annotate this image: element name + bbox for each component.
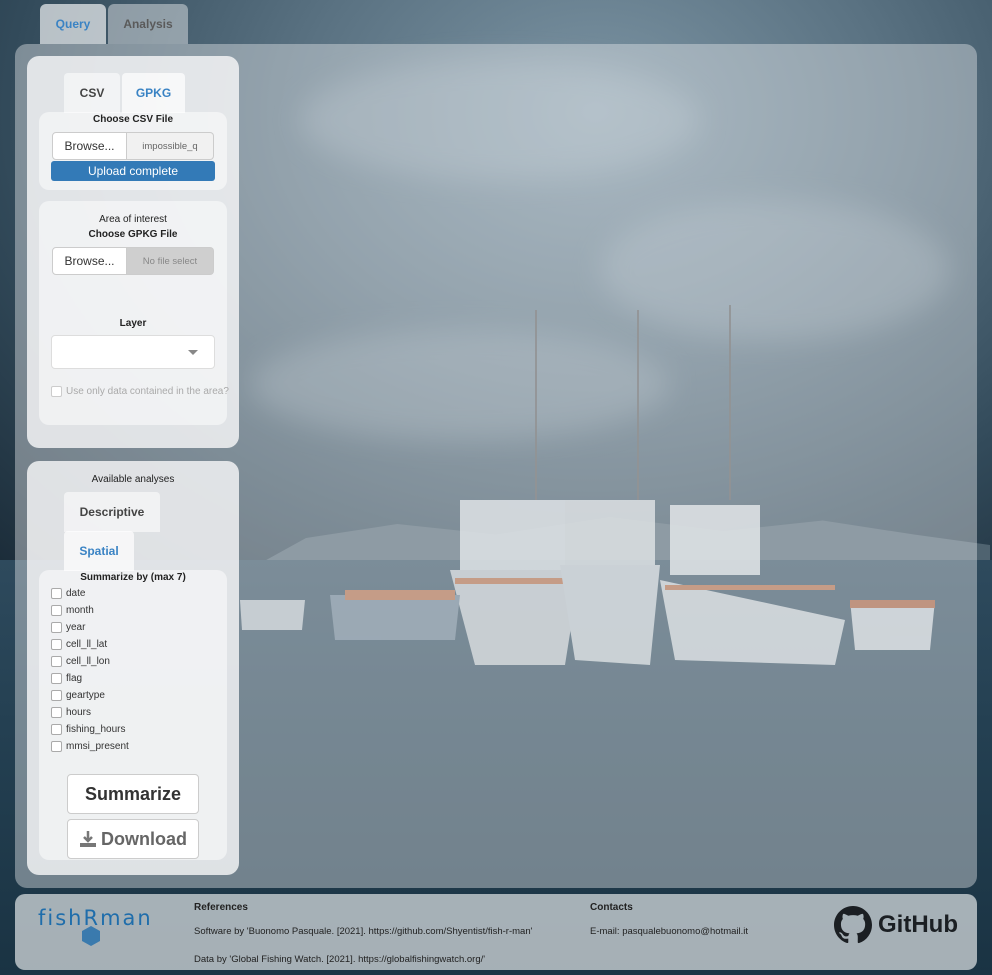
field-label: hours <box>66 706 92 718</box>
gpkg-browse-button[interactable]: Browse... <box>52 247 127 275</box>
checkbox-icon <box>51 587 62 599</box>
tab-spatial[interactable]: Spatial <box>64 531 134 571</box>
checkbox-icon <box>51 706 62 718</box>
reference-data: Data by 'Global Fishing Watch. [2021]. h… <box>194 954 486 965</box>
tab-descriptive[interactable]: Descriptive <box>64 492 160 532</box>
area-title: Area of interest <box>99 214 167 225</box>
field-checkbox[interactable]: year <box>51 620 85 634</box>
checkbox-icon <box>51 672 62 684</box>
analyses-title: Available analyses <box>91 474 175 485</box>
field-checkbox[interactable]: cell_ll_lat <box>51 637 107 651</box>
reference-software: Software by 'Buonomo Pasquale. [2021]. h… <box>194 926 533 937</box>
gpkg-file-input: Browse... No file select <box>52 247 214 275</box>
chevron-down-icon <box>188 350 198 355</box>
csv-label: Choose CSV File <box>92 114 173 125</box>
field-checkbox[interactable]: flag <box>51 671 82 685</box>
contact-email[interactable]: E-mail: pasqualebuonomo@hotmail.it <box>590 925 748 938</box>
summarize-button[interactable]: Summarize <box>67 774 199 814</box>
tab-csv[interactable]: CSV <box>64 73 120 113</box>
area-filter-label: Use only data contained in the area? <box>66 385 229 397</box>
field-label: mmsi_present <box>66 740 129 752</box>
gpkg-label: Choose GPKG File <box>88 229 178 240</box>
csv-browse-button[interactable]: Browse... <box>52 132 127 160</box>
field-label: geartype <box>66 689 105 701</box>
summarize-label: Summarize by (max 7) <box>80 572 186 583</box>
hexagon-logo-icon <box>82 926 100 946</box>
field-checkbox[interactable]: mmsi_present <box>51 739 129 753</box>
field-label: month <box>66 604 94 616</box>
field-checkbox[interactable]: geartype <box>51 688 105 702</box>
download-icon <box>80 831 96 847</box>
github-link[interactable]: GitHub <box>834 906 958 944</box>
gpkg-filename-field: No file select <box>127 247 214 275</box>
layer-label: Layer <box>119 318 147 329</box>
csv-file-input: Browse... impossible_q <box>52 132 214 160</box>
tab-gpkg[interactable]: GPKG <box>122 73 185 113</box>
tab-analysis[interactable]: Analysis <box>108 4 188 44</box>
field-label: flag <box>66 672 83 684</box>
checkbox-icon <box>51 638 62 650</box>
checkbox-icon <box>51 740 62 752</box>
download-button[interactable]: Download <box>67 819 199 859</box>
checkbox-icon <box>51 621 62 633</box>
checkbox-icon <box>51 655 62 667</box>
checkbox-icon <box>51 689 62 701</box>
upload-progress-bar: Upload complete <box>51 161 215 181</box>
layer-select[interactable] <box>51 335 215 369</box>
area-filter-checkbox[interactable]: Use only data contained in the area? <box>51 384 229 398</box>
download-label: Download <box>101 828 187 849</box>
tab-query[interactable]: Query <box>40 4 106 44</box>
checkbox-icon <box>51 604 62 616</box>
checkbox-icon <box>51 723 62 735</box>
csv-filename-field: impossible_q <box>127 132 214 160</box>
github-label: GitHub <box>878 911 958 938</box>
contacts-title: Contacts <box>590 902 633 913</box>
field-label: cell_ll_lat <box>66 638 108 650</box>
upload-progress-text: Upload complete <box>87 164 179 178</box>
field-label: date <box>66 587 86 599</box>
github-icon <box>834 906 872 944</box>
field-checkbox[interactable]: hours <box>51 705 91 719</box>
references-title: References <box>194 902 248 913</box>
field-checkbox[interactable]: date <box>51 586 85 600</box>
field-label: fishing_hours <box>66 723 126 735</box>
field-label: cell_ll_lon <box>66 655 110 667</box>
field-label: year <box>66 621 86 633</box>
checkbox-icon <box>51 385 62 397</box>
field-checkbox[interactable]: fishing_hours <box>51 722 125 736</box>
field-checkbox[interactable]: month <box>51 603 94 617</box>
field-checkbox[interactable]: cell_ll_lon <box>51 654 110 668</box>
